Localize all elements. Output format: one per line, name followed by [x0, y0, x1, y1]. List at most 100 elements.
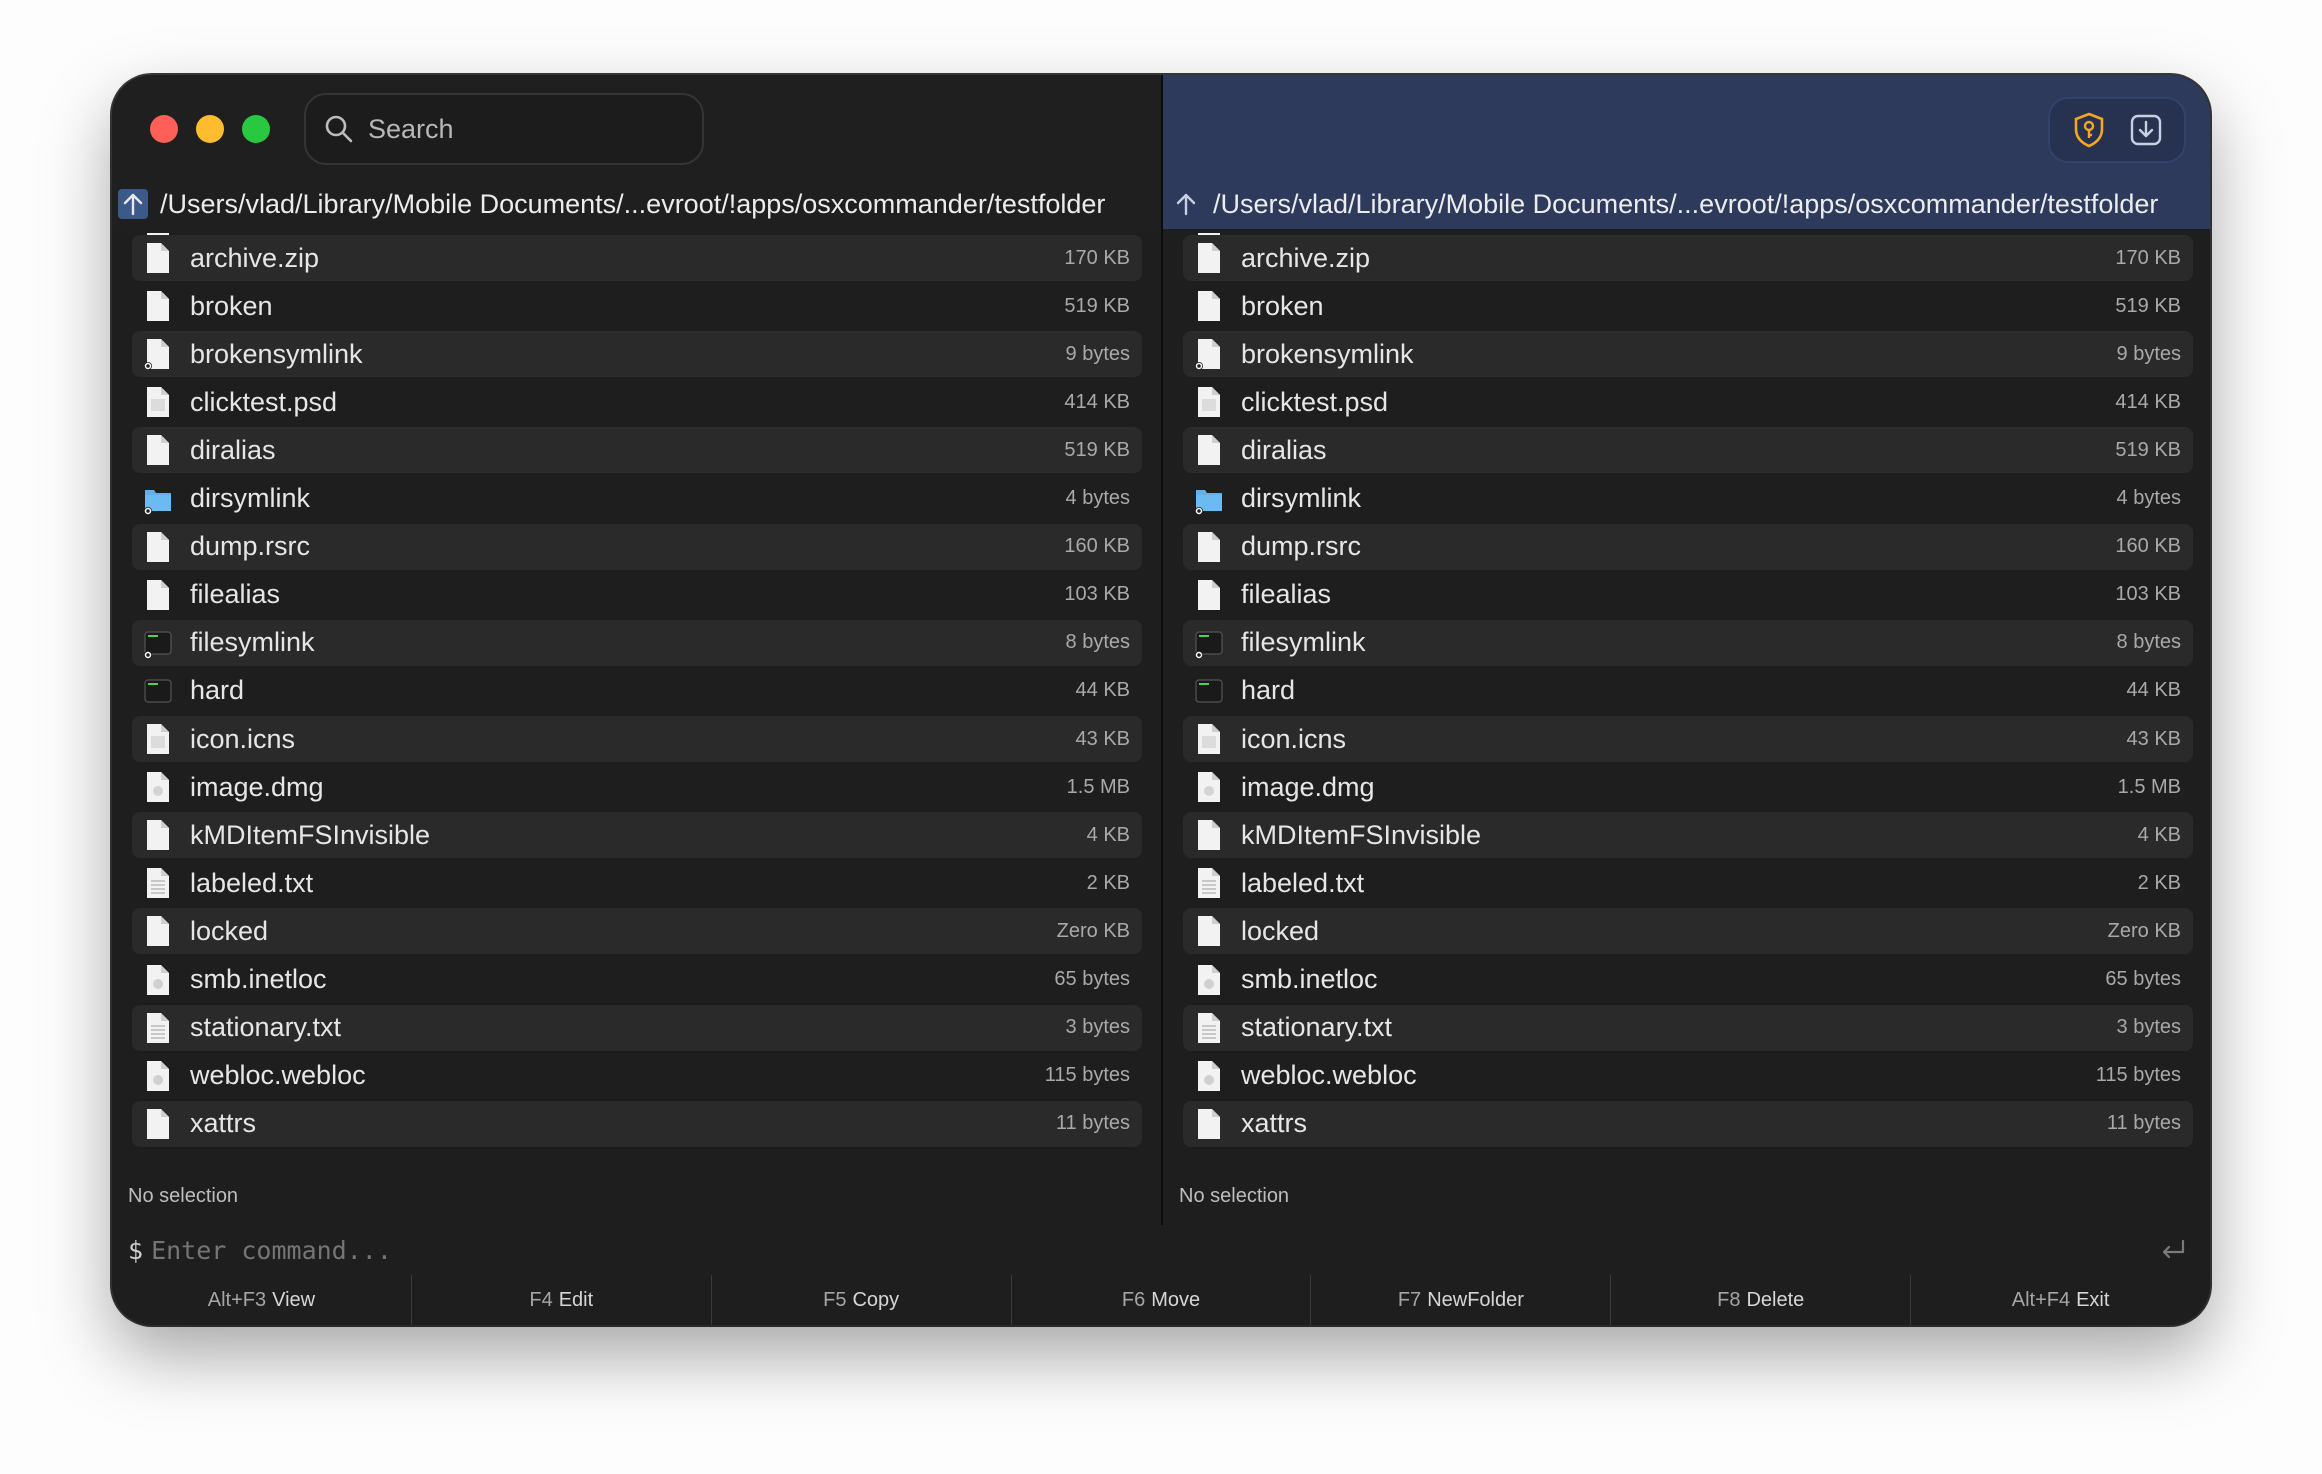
- file-icon: [144, 1059, 172, 1093]
- file-size: 170 KB: [1064, 246, 1130, 269]
- file-row[interactable]: kMDItemFSInvisible 4 KB: [1183, 812, 2193, 859]
- file-row[interactable]: filealias 103 KB: [1183, 572, 2193, 618]
- close-window-button[interactable]: [150, 115, 178, 143]
- file-icon: [1195, 1011, 1223, 1045]
- file-row[interactable]: image.dmg 1.5 MB: [1183, 764, 2193, 810]
- fkey-delete-button[interactable]: F8 Delete: [1611, 1275, 1912, 1325]
- file-row[interactable]: filesymlink 8 bytes: [1183, 619, 2193, 666]
- file-icon: [144, 914, 172, 948]
- fkey-view-button[interactable]: Alt+F3 View: [112, 1275, 412, 1325]
- file-row[interactable]: brokensymlink 9 bytes: [132, 331, 1142, 378]
- file-row[interactable]: archive.zip 170 KB: [132, 235, 1142, 281]
- fkey-exit-button[interactable]: Alt+F4 Exit: [1911, 1275, 2210, 1325]
- file-row[interactable]: image.dmg 1.5 MB: [132, 764, 1142, 810]
- file-row[interactable]: kMDItemFSInvisible 4 KB: [132, 812, 1142, 859]
- file-row[interactable]: smb.inetloc 65 bytes: [132, 957, 1142, 1003]
- file-row[interactable]: dirsymlink 4 bytes: [132, 476, 1142, 522]
- left-path[interactable]: /Users/vlad/Library/Mobile Documents/...…: [160, 189, 1105, 220]
- file-row[interactable]: xattrs 11 bytes: [132, 1100, 1142, 1147]
- file-row[interactable]: archive.zip 170 KB: [1183, 235, 2193, 281]
- file-size: 160 KB: [2115, 535, 2181, 558]
- right-toolbar: [2048, 97, 2186, 163]
- file-name: filealias: [190, 579, 281, 610]
- file-icon: [144, 963, 172, 997]
- command-bar: $: [112, 1225, 2210, 1275]
- fkey-shortcut: F8: [1717, 1288, 1741, 1311]
- keychain-button[interactable]: [2067, 108, 2111, 152]
- file-name: hard: [190, 675, 245, 706]
- command-prompt: $: [128, 1235, 144, 1265]
- executable-icon: [1195, 626, 1223, 660]
- command-input[interactable]: [151, 1235, 2052, 1265]
- search-placeholder: Search: [368, 113, 454, 144]
- file-name: dirsymlink: [1241, 483, 1362, 513]
- file-row[interactable]: smb.inetloc 65 bytes: [1183, 957, 2193, 1003]
- right-parent-dir-button[interactable]: [1171, 189, 1201, 219]
- file-row[interactable]: filealias 103 KB: [132, 572, 1142, 618]
- file-row[interactable]: labeled.txt 2 KB: [1183, 860, 2193, 906]
- file-row[interactable]: clicktest.psd 414 KB: [132, 379, 1142, 425]
- file-row[interactable]: labeled.txt 2 KB: [132, 860, 1142, 906]
- file-row[interactable]: hard 44 KB: [132, 668, 1142, 714]
- file-row[interactable]: stationary.txt 3 bytes: [1183, 1004, 2193, 1051]
- fkey-move-button[interactable]: F6 Move: [1012, 1275, 1312, 1325]
- minimize-window-button[interactable]: [196, 115, 224, 143]
- file-row[interactable]: dump.rsrc 160 KB: [132, 523, 1142, 570]
- fkey-shortcut: Alt+F4: [2011, 1288, 2071, 1311]
- file-row[interactable]: diralias 519 KB: [1183, 427, 2193, 474]
- file-row[interactable]: clicktest.psd 414 KB: [1183, 379, 2193, 425]
- file-icon: [144, 578, 172, 612]
- file-size: 44 KB: [1075, 679, 1130, 702]
- zoom-window-button[interactable]: [242, 115, 270, 143]
- file-name: archive.zip: [1241, 242, 1371, 273]
- search-field[interactable]: Search: [304, 93, 704, 165]
- fkey-newfolder-button[interactable]: F7 NewFolder: [1311, 1275, 1612, 1325]
- file-name: filesymlink: [1241, 627, 1366, 658]
- file-icon: [1195, 818, 1223, 852]
- file-icon: [1195, 385, 1223, 419]
- file-row[interactable]: dump.rsrc 160 KB: [1183, 523, 2193, 570]
- left-parent-dir-button[interactable]: [118, 189, 148, 219]
- file-size: 43 KB: [1075, 727, 1130, 750]
- right-file-list[interactable]: archive.zip 170 KB broken 519 KB brokensymli…: [1183, 233, 2193, 1233]
- arrow-up-icon: [1176, 193, 1196, 216]
- right-path[interactable]: /Users/vlad/Library/Mobile Documents/...…: [1213, 189, 2158, 220]
- file-row[interactable]: webloc.webloc 115 bytes: [132, 1053, 1142, 1099]
- file-name: locked: [1241, 915, 1320, 946]
- file-size: 11 bytes: [1055, 1112, 1130, 1135]
- download-button[interactable]: [2124, 108, 2168, 152]
- file-size: 519 KB: [1064, 294, 1130, 317]
- file-size: 414 KB: [1064, 390, 1130, 413]
- file-row[interactable]: broken 519 KB: [132, 283, 1142, 329]
- file-name: webloc.webloc: [1241, 1060, 1417, 1091]
- file-name: brokensymlink: [190, 338, 363, 369]
- fkey-shortcut: F4: [529, 1288, 553, 1311]
- file-row[interactable]: locked Zero KB: [1183, 908, 2193, 955]
- file-row[interactable]: locked Zero KB: [132, 908, 1142, 955]
- file-icon: [1195, 1107, 1223, 1141]
- file-row[interactable]: icon.icns 43 KB: [1183, 716, 2193, 762]
- file-row[interactable]: diralias 519 KB: [132, 427, 1142, 474]
- file-row[interactable]: icon.icns 43 KB: [132, 716, 1142, 762]
- file-size: Zero KB: [1056, 919, 1130, 942]
- file-size: 44 KB: [2126, 679, 2181, 702]
- file-row[interactable]: filesymlink 8 bytes: [132, 619, 1142, 666]
- fkey-edit-button[interactable]: F4 Edit: [412, 1275, 712, 1325]
- file-size: 4 KB: [2137, 823, 2181, 846]
- fkey-label: NewFolder: [1427, 1288, 1524, 1311]
- file-row[interactable]: xattrs 11 bytes: [1183, 1100, 2193, 1147]
- left-file-list[interactable]: archive.zip 170 KB broken 519 KB brokensymli…: [132, 233, 1142, 1233]
- fkey-shortcut: F7: [1397, 1288, 1422, 1311]
- fkey-copy-button[interactable]: F5 Copy: [712, 1275, 1012, 1325]
- file-size: Zero KB: [2107, 919, 2181, 942]
- file-row[interactable]: hard 44 KB: [1183, 668, 2193, 714]
- file-row[interactable]: dirsymlink 4 bytes: [1183, 476, 2193, 522]
- file-size: 8 bytes: [1065, 631, 1130, 654]
- file-row[interactable]: brokensymlink 9 bytes: [1183, 331, 2193, 378]
- return-icon[interactable]: [2158, 1235, 2188, 1265]
- file-name: broken: [190, 290, 273, 321]
- file-icon: [144, 722, 172, 756]
- file-row[interactable]: broken 519 KB: [1183, 283, 2193, 329]
- file-row[interactable]: stationary.txt 3 bytes: [132, 1004, 1142, 1051]
- file-row[interactable]: webloc.webloc 115 bytes: [1183, 1053, 2193, 1099]
